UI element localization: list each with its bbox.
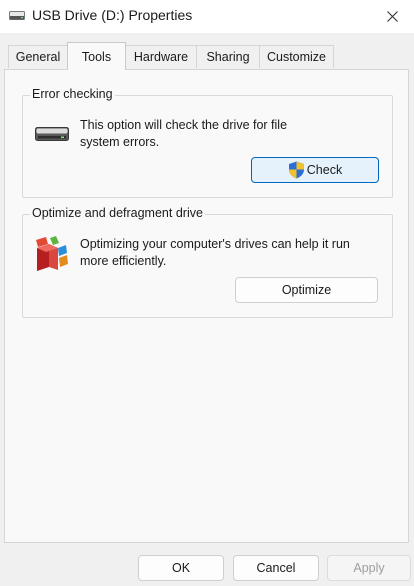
tab-general[interactable]: General (8, 45, 68, 68)
cancel-button-label: Cancel (256, 561, 296, 575)
optimize-description-line1: Optimizing your computer's drives can he… (80, 237, 350, 251)
tab-tools[interactable]: Tools (67, 42, 126, 70)
optimize-button[interactable]: Optimize (235, 277, 378, 303)
error-checking-title: Error checking (30, 87, 115, 101)
usb-drive-icon (9, 11, 25, 20)
optimize-description: Optimizing your computer's drives can he… (80, 236, 350, 270)
ok-button-label: OK (171, 561, 191, 575)
tab-hardware[interactable]: Hardware (125, 45, 197, 68)
apply-button[interactable]: Apply (327, 555, 411, 581)
optimize-group: Optimize and defragment drive Optimizing… (22, 206, 393, 318)
title-bar: USB Drive (D:) Properties (0, 0, 414, 33)
error-checking-description-line1: This option will check the drive for fil… (80, 118, 288, 132)
uac-shield-icon (288, 161, 304, 179)
tab-sharing[interactable]: Sharing (196, 45, 260, 68)
apply-button-label: Apply (353, 561, 385, 575)
defrag-icon (36, 236, 68, 271)
cancel-button[interactable]: Cancel (233, 555, 319, 581)
close-button[interactable] (370, 0, 414, 33)
tab-strip: General Tools Hardware Sharing Customize (0, 33, 414, 70)
tab-customize[interactable]: Customize (259, 45, 334, 68)
error-checking-group: Error checking This option will check th… (22, 87, 393, 198)
window-title: USB Drive (D:) Properties (32, 7, 193, 23)
optimize-description-line2: more efficiently. (80, 254, 167, 268)
ok-button[interactable]: OK (138, 555, 224, 581)
close-icon (386, 11, 398, 22)
optimize-title: Optimize and defragment drive (30, 206, 205, 220)
error-checking-description: This option will check the drive for fil… (80, 117, 287, 151)
optimize-button-label: Optimize (281, 283, 332, 297)
tools-panel: Error checking This option will check th… (4, 69, 409, 543)
check-button[interactable]: Check (251, 157, 379, 183)
error-checking-description-line2: system errors. (80, 135, 160, 149)
check-button-label: Check (306, 163, 343, 177)
drive-icon (35, 127, 69, 141)
